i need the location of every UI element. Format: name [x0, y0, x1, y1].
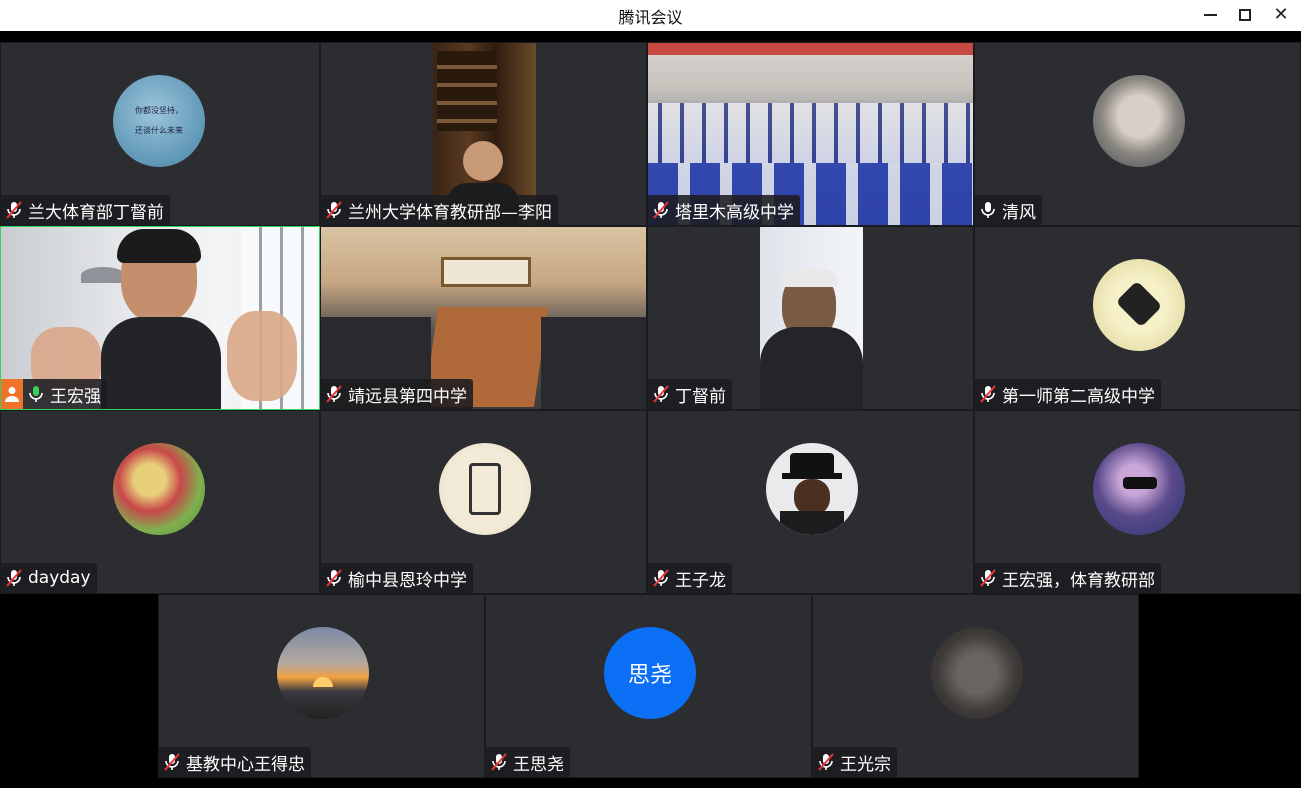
mic-muted-icon — [326, 201, 342, 219]
participant-avatar — [931, 627, 1023, 719]
participant-name: 靖远县第四中学 — [348, 386, 467, 407]
participant-tile-active-speaker[interactable]: 王宏强 — [0, 226, 320, 410]
participant-nameplate: 王光宗 — [813, 747, 897, 777]
participant-name: 兰州大学体育教研部—李阳 — [348, 202, 552, 223]
participant-tile[interactable]: 清风 — [974, 42, 1301, 226]
minimize-button[interactable] — [1198, 3, 1222, 27]
participant-name: 王子龙 — [675, 570, 726, 591]
participant-nameplate: 兰州大学体育教研部—李阳 — [321, 195, 558, 225]
close-button[interactable]: ✕ — [1269, 3, 1293, 27]
participant-name: 丁督前 — [675, 386, 726, 407]
participant-avatar — [1093, 259, 1185, 351]
mic-active-icon — [29, 386, 43, 402]
participant-name: 清风 — [1002, 202, 1036, 223]
mic-muted-icon — [653, 201, 669, 219]
participant-nameplate: 兰大体育部丁督前 — [1, 195, 170, 225]
participant-tile[interactable]: 兰州大学体育教研部—李阳 — [320, 42, 647, 226]
participant-nameplate: 清风 — [975, 195, 1042, 225]
mic-muted-icon — [326, 385, 342, 403]
participant-name: 基教中心王得忠 — [186, 754, 305, 775]
participant-tile[interactable]: 丁督前 — [647, 226, 974, 410]
participant-avatar — [113, 443, 205, 535]
participant-name: 塔里木高级中学 — [675, 202, 794, 223]
top-strip — [0, 31, 1301, 42]
mic-icon — [981, 202, 995, 218]
participant-avatar — [766, 443, 858, 535]
participant-avatar — [1093, 75, 1185, 167]
participant-tile[interactable]: 你都没坚持， 还谈什么未来 兰大体育部丁督前 — [0, 42, 320, 226]
participant-name: 榆中县恩玲中学 — [348, 570, 467, 591]
participant-nameplate: dayday — [1, 563, 97, 593]
participant-avatar — [1093, 443, 1185, 535]
mic-muted-icon — [6, 201, 22, 219]
initials-avatar: 思尧 — [604, 627, 696, 719]
participant-nameplate: 第一师第二高级中学 — [975, 379, 1161, 409]
mic-muted-icon — [164, 753, 180, 771]
participant-tile[interactable]: 王子龙 — [647, 410, 974, 594]
participant-tile[interactable]: 基教中心王得忠 — [158, 594, 485, 778]
participant-name: 王宏强 — [50, 386, 101, 407]
participant-tile[interactable]: dayday — [0, 410, 320, 594]
participant-tile[interactable]: 靖远县第四中学 — [320, 226, 647, 410]
participant-tile[interactable]: 思尧 王思尧 — [485, 594, 812, 778]
participant-nameplate: 榆中县恩玲中学 — [321, 563, 473, 593]
participant-avatar — [439, 443, 531, 535]
host-badge — [1, 379, 23, 409]
participant-tile[interactable]: 王宏强，体育教研部 — [974, 410, 1301, 594]
person-icon — [5, 387, 19, 402]
mic-muted-icon — [6, 569, 22, 587]
mic-muted-icon — [653, 385, 669, 403]
title-bar: 腾讯会议 ✕ — [0, 0, 1301, 31]
participant-video — [760, 227, 863, 409]
minimize-icon — [1203, 14, 1217, 16]
participant-nameplate: 基教中心王得忠 — [159, 747, 311, 777]
participant-name: 兰大体育部丁督前 — [28, 202, 164, 223]
maximize-button[interactable] — [1233, 3, 1257, 27]
participant-nameplate: 王子龙 — [648, 563, 732, 593]
participant-name: 王思尧 — [513, 754, 564, 775]
participant-nameplate: 王宏强，体育教研部 — [975, 563, 1161, 593]
mic-muted-icon — [653, 569, 669, 587]
participant-name: 王光宗 — [840, 754, 891, 775]
mic-muted-icon — [980, 569, 996, 587]
participant-tile[interactable]: 王光宗 — [812, 594, 1139, 778]
participant-tile[interactable]: 榆中县恩玲中学 — [320, 410, 647, 594]
mic-muted-icon — [818, 753, 834, 771]
participant-tile[interactable]: 塔里木高级中学 — [647, 42, 974, 226]
mic-muted-icon — [980, 385, 996, 403]
participant-tile[interactable]: 第一师第二高级中学 — [974, 226, 1301, 410]
participant-name: 王宏强，体育教研部 — [1002, 570, 1155, 591]
participant-nameplate: 王宏强 — [1, 379, 107, 409]
maximize-icon — [1239, 9, 1251, 21]
participant-nameplate: 塔里木高级中学 — [648, 195, 800, 225]
avatar-caption-1: 你都没坚持， — [135, 106, 183, 115]
window-title: 腾讯会议 — [618, 8, 683, 27]
participant-nameplate: 丁督前 — [648, 379, 732, 409]
participant-name: dayday — [28, 568, 91, 588]
participant-nameplate: 王思尧 — [486, 747, 570, 777]
close-icon: ✕ — [1273, 4, 1289, 25]
mic-muted-icon — [326, 569, 342, 587]
participant-avatar: 你都没坚持， 还谈什么未来 — [113, 75, 205, 167]
participant-avatar — [277, 627, 369, 719]
avatar-caption-2: 还谈什么未来 — [135, 126, 183, 135]
participant-name: 第一师第二高级中学 — [1002, 386, 1155, 407]
mic-muted-icon — [491, 753, 507, 771]
participant-nameplate: 靖远县第四中学 — [321, 379, 473, 409]
